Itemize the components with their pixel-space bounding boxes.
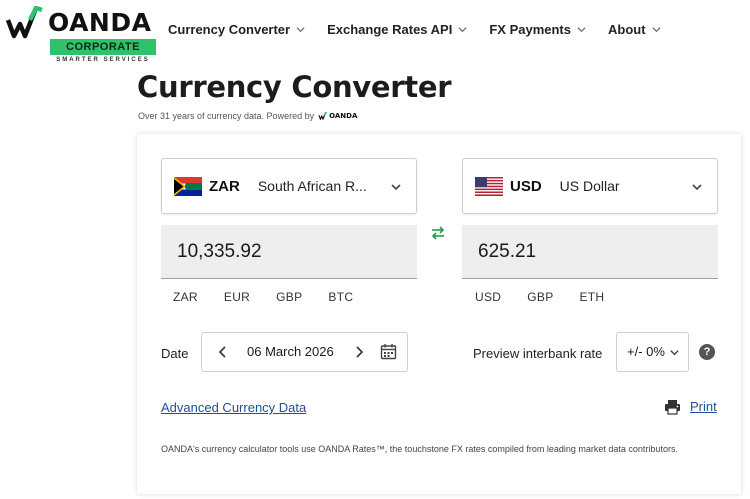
- from-currency-name: South African R...: [257, 178, 367, 194]
- powered-by-logo: OANDA: [318, 112, 357, 120]
- powered-logo-text: OANDA: [329, 112, 358, 120]
- us-flag-icon: [475, 176, 503, 196]
- chevron-down-icon: [391, 184, 401, 191]
- interbank-rate-value: +/- 0%: [627, 344, 665, 359]
- preview-interbank-label: Preview interbank rate: [473, 346, 603, 361]
- swap-currencies-icon[interactable]: [430, 226, 446, 240]
- print-link[interactable]: Print: [690, 399, 717, 414]
- nav-item-label: About: [608, 22, 646, 37]
- advanced-currency-data-link[interactable]: Advanced Currency Data: [161, 400, 306, 415]
- nav-item-exchange-rates-api[interactable]: Exchange Rates API: [327, 22, 467, 37]
- disclaimer-text: OANDA's currency calculator tools use OA…: [161, 444, 678, 454]
- nav-item-about[interactable]: About: [608, 22, 661, 37]
- nav-item-label: Currency Converter: [168, 22, 291, 37]
- from-amount-value: 10,335.92: [177, 240, 262, 262]
- nav-item-currency-converter[interactable]: Currency Converter: [168, 22, 305, 37]
- logo-wordmark: OANDA: [48, 8, 152, 37]
- date-label: Date: [161, 346, 189, 361]
- from-amount-input[interactable]: 10,335.92: [161, 225, 417, 279]
- subtitle-text: Over 31 years of currency data. Powered …: [138, 111, 315, 121]
- to-quick-currencies: USD GBP ETH: [475, 290, 630, 304]
- chevron-down-icon: [577, 27, 586, 33]
- chevron-down-icon: [652, 27, 661, 33]
- date-value[interactable]: 06 March 2026: [247, 344, 334, 359]
- converter-card: ZAR South African R... USD US Dollar 10,…: [137, 134, 741, 494]
- quick-currency-zar[interactable]: ZAR: [173, 290, 198, 304]
- chevron-down-icon: [296, 27, 305, 33]
- to-amount-value: 625.21: [478, 240, 537, 262]
- quick-currency-eur[interactable]: EUR: [224, 290, 250, 304]
- oanda-corporate-logo[interactable]: OANDA CORPORATE SMARTER SERVICES: [6, 4, 156, 63]
- from-currency-code: ZAR: [209, 177, 240, 195]
- date-picker: 06 March 2026: [201, 332, 408, 372]
- chevron-down-icon: [670, 350, 679, 356]
- page-title: Currency Converter: [137, 70, 452, 104]
- to-currency-code: USD: [510, 177, 542, 195]
- chevron-right-icon[interactable]: [352, 345, 366, 359]
- main-nav: Currency Converter Exchange Rates API FX…: [168, 22, 683, 37]
- page-subtitle: Over 31 years of currency data. Powered …: [138, 111, 357, 121]
- logo-corporate-badge: CORPORATE: [50, 39, 156, 55]
- quick-currency-eth[interactable]: ETH: [580, 290, 605, 304]
- south-africa-flag-icon: [174, 176, 202, 196]
- from-currency-select[interactable]: ZAR South African R...: [161, 158, 417, 214]
- to-currency-name: US Dollar: [559, 178, 620, 194]
- nav-item-label: Exchange Rates API: [327, 22, 453, 37]
- oanda-mini-logo-icon: [318, 112, 328, 120]
- chevron-down-icon: [458, 27, 467, 33]
- nav-item-fx-payments[interactable]: FX Payments: [489, 22, 586, 37]
- to-currency-select[interactable]: USD US Dollar: [462, 158, 718, 214]
- quick-currency-gbp[interactable]: GBP: [276, 290, 302, 304]
- oanda-logo-mark-icon: [6, 6, 43, 39]
- quick-currency-btc[interactable]: BTC: [328, 290, 353, 304]
- nav-item-label: FX Payments: [489, 22, 571, 37]
- chevron-left-icon[interactable]: [216, 345, 230, 359]
- chevron-down-icon: [692, 184, 702, 191]
- from-quick-currencies: ZAR EUR GBP BTC: [173, 290, 379, 304]
- calendar-icon[interactable]: [380, 343, 397, 360]
- to-amount-input[interactable]: 625.21: [462, 225, 718, 279]
- help-icon[interactable]: ?: [699, 344, 715, 360]
- interbank-rate-select[interactable]: +/- 0%: [616, 332, 689, 372]
- quick-currency-usd[interactable]: USD: [475, 290, 501, 304]
- quick-currency-gbp[interactable]: GBP: [527, 290, 553, 304]
- printer-icon[interactable]: [664, 399, 681, 415]
- logo-tagline: SMARTER SERVICES: [56, 57, 150, 63]
